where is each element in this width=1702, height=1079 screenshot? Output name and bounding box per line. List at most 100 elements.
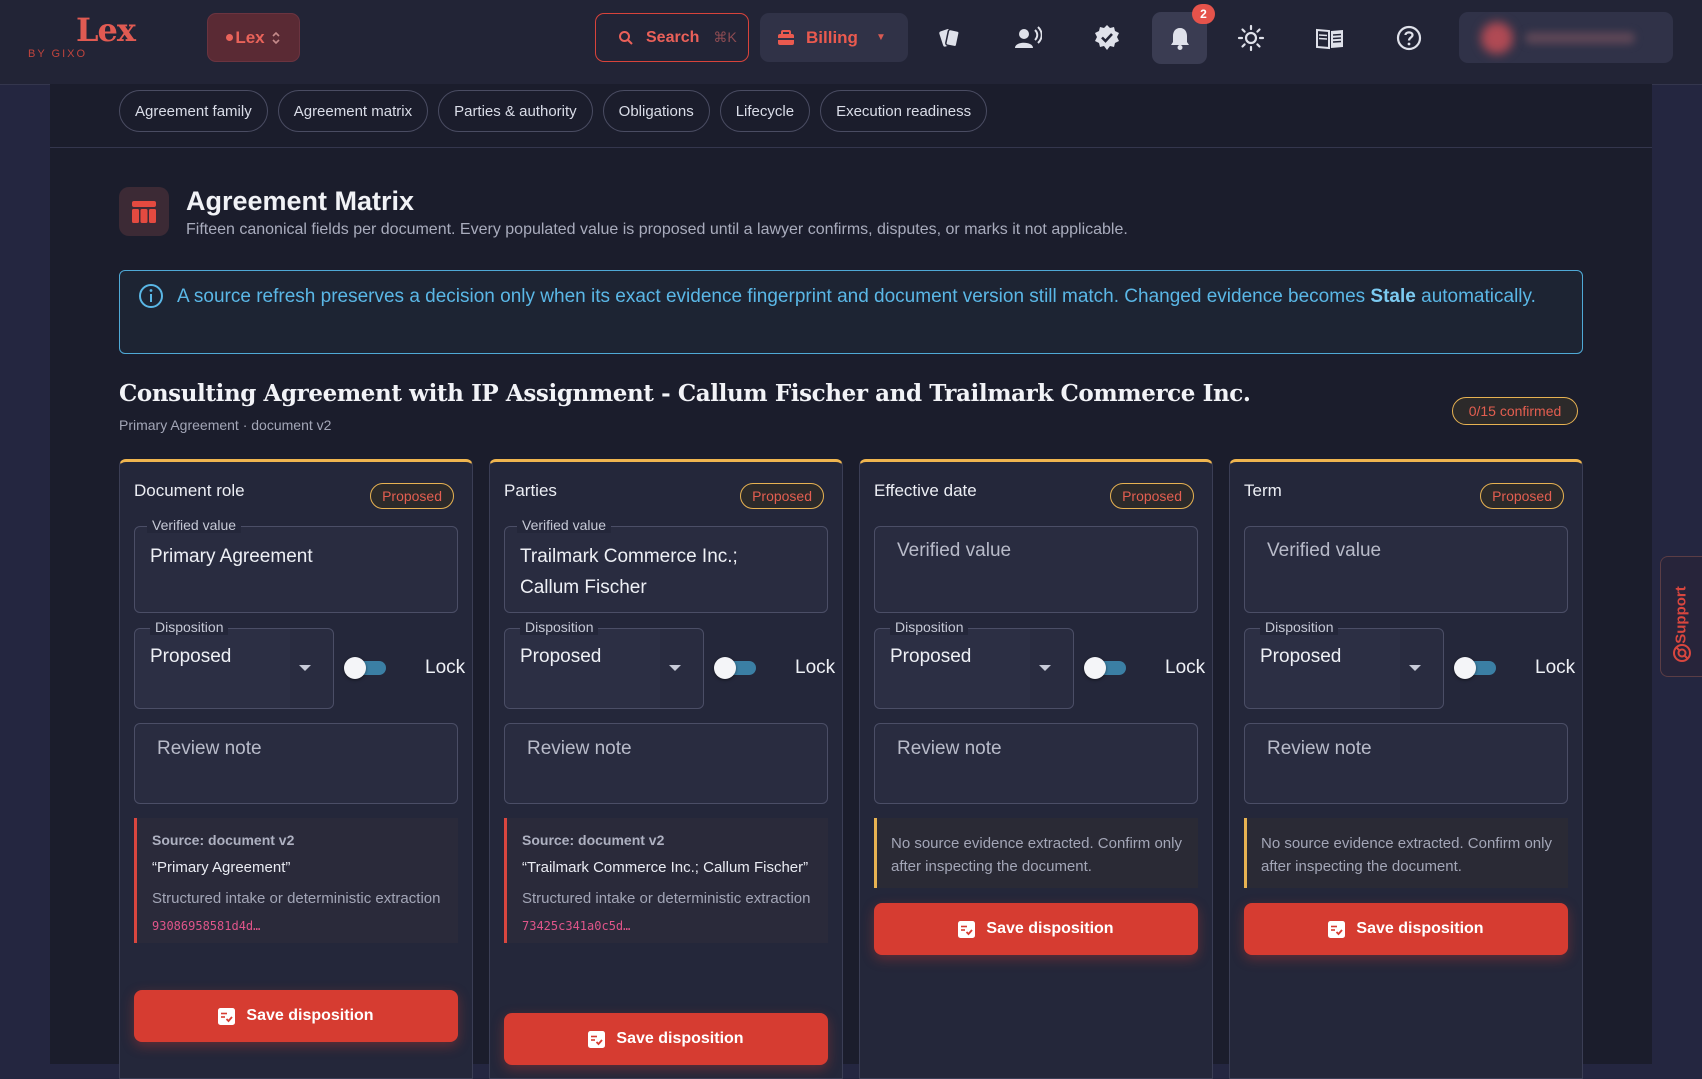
- review-note-field[interactable]: Review note: [1244, 723, 1568, 804]
- logo-wordmark: Lex: [76, 11, 136, 49]
- billing-dropdown[interactable]: Billing ▼: [760, 13, 908, 62]
- source-hash: 73425c341a0c5d…: [522, 919, 631, 933]
- user-name-redacted: [1525, 32, 1635, 44]
- avatar: [1481, 22, 1513, 54]
- user-menu[interactable]: [1459, 12, 1673, 63]
- disposition-select[interactable]: Disposition Proposed: [504, 619, 704, 709]
- tab-obligations[interactable]: Obligations: [602, 90, 710, 132]
- tabs-divider: [50, 147, 1652, 148]
- save-disposition-button[interactable]: Save disposition: [1244, 903, 1568, 955]
- app-logo[interactable]: Lex BY GIXO: [28, 10, 136, 60]
- review-note-field[interactable]: Review note: [874, 723, 1198, 804]
- source-heading: Source: document v2: [152, 832, 295, 848]
- disposition-legend: Disposition: [1260, 619, 1339, 635]
- billing-icon: [776, 28, 796, 48]
- info-icon: [138, 283, 164, 314]
- tab-parties-authority[interactable]: Parties & authority: [438, 90, 593, 132]
- save-label: Save disposition: [986, 920, 1114, 937]
- tab-agreement-matrix[interactable]: Agreement matrix: [277, 90, 429, 132]
- checklist-icon: [1328, 920, 1346, 938]
- verified-value-text: Trailmark Commerce Inc.; Callum Fischer: [520, 546, 738, 598]
- source-quote: “Trailmark Commerce Inc.; Callum Fischer…: [522, 859, 809, 876]
- save-disposition-button[interactable]: Save disposition: [134, 990, 458, 1042]
- document-subtitle: Primary Agreement · document v2: [119, 417, 332, 433]
- stale-keyword: Stale: [1370, 286, 1416, 307]
- support-tab[interactable]: Support: [1660, 556, 1702, 677]
- caret-down-icon: [1409, 665, 1421, 671]
- field-label: Document role: [134, 481, 245, 500]
- source-hash: 93086958581d4d…: [152, 919, 261, 933]
- disposition-select[interactable]: Disposition Proposed: [874, 619, 1074, 709]
- field-card-document-role: Document role Proposed Verified value Pr…: [119, 459, 473, 1079]
- support-label: Support: [1672, 586, 1690, 644]
- confirmed-count-badge: 0/15 confirmed: [1452, 397, 1578, 425]
- verified-value-field[interactable]: Verified value Trailmark Commerce Inc.; …: [504, 517, 828, 613]
- top-bar: Lex BY GIXO Lex Search ⌘K Billing ▼ 2: [0, 0, 1702, 85]
- disposition-legend: Disposition: [520, 619, 599, 635]
- source-evidence: Source: document v2 “Trailmark Commerce …: [504, 818, 828, 943]
- save-disposition-button[interactable]: Save disposition: [874, 903, 1198, 955]
- checklist-icon: [588, 1030, 606, 1048]
- document-title: Consulting Agreement with IP Assignment …: [119, 380, 1251, 407]
- disposition-select[interactable]: Disposition Proposed: [1244, 619, 1444, 709]
- disposition-value: Proposed: [150, 646, 232, 667]
- lock-toggle[interactable]: [714, 657, 758, 679]
- tab-lifecycle[interactable]: Lifecycle: [719, 90, 811, 132]
- review-note-field[interactable]: Review note: [504, 723, 828, 804]
- cards-icon[interactable]: [929, 18, 969, 58]
- status-badge: Proposed: [1480, 483, 1564, 509]
- field-card-effective-date: Effective date Proposed Verified value D…: [859, 459, 1213, 1079]
- lock-toggle[interactable]: [344, 657, 388, 679]
- speaker-user-icon[interactable]: [1008, 18, 1048, 58]
- field-label: Parties: [504, 481, 557, 500]
- review-note-field[interactable]: Review note: [134, 723, 458, 804]
- save-label: Save disposition: [1356, 920, 1484, 937]
- status-badge: Proposed: [370, 483, 454, 509]
- help-icon[interactable]: [1389, 18, 1429, 58]
- tab-execution-readiness[interactable]: Execution readiness: [820, 90, 988, 132]
- caret-down-icon: [299, 665, 311, 671]
- notification-count-badge: 2: [1192, 4, 1215, 24]
- caret-down-icon: ▼: [875, 32, 886, 43]
- verified-badge-icon[interactable]: [1087, 18, 1127, 58]
- field-label: Effective date: [874, 481, 977, 500]
- table-icon: [119, 187, 169, 236]
- checklist-icon: [218, 1007, 236, 1025]
- workspace-dot-icon: [226, 34, 234, 41]
- lock-toggle[interactable]: [1454, 657, 1498, 679]
- disposition-legend: Disposition: [150, 619, 229, 635]
- save-disposition-button[interactable]: Save disposition: [504, 1013, 828, 1065]
- disposition-value: Proposed: [1260, 646, 1342, 667]
- chevron-updown-icon: [271, 30, 281, 46]
- disposition-select[interactable]: Disposition Proposed: [134, 619, 334, 709]
- field-card-term: Term Proposed Verified value Disposition…: [1229, 459, 1583, 1079]
- disposition-value: Proposed: [890, 646, 972, 667]
- page-subtitle: Fifteen canonical fields per document. E…: [186, 221, 1128, 238]
- verified-value-field[interactable]: Verified value: [874, 526, 1198, 613]
- no-source-warning: No source evidence extracted. Confirm on…: [874, 818, 1198, 888]
- tab-agreement-family[interactable]: Agreement family: [119, 90, 268, 132]
- caret-down-icon: [1039, 665, 1051, 671]
- bell-icon: [1169, 26, 1191, 50]
- search-button[interactable]: Search ⌘K: [595, 13, 749, 62]
- source-quote: “Primary Agreement”: [152, 859, 291, 876]
- verified-value-legend: Verified value: [147, 517, 242, 533]
- workspace-switcher[interactable]: Lex: [207, 13, 300, 62]
- sun-icon[interactable]: [1231, 18, 1271, 58]
- lifebuoy-icon: [1672, 643, 1692, 663]
- verified-value-field[interactable]: Verified value: [1244, 526, 1568, 613]
- verified-value-placeholder: Verified value: [1267, 540, 1382, 561]
- no-source-warning: No source evidence extracted. Confirm on…: [1244, 818, 1568, 888]
- review-note-placeholder: Review note: [1267, 738, 1372, 759]
- workspace-label: Lex: [235, 27, 265, 47]
- disposition-value: Proposed: [520, 646, 602, 667]
- caret-down-icon: [669, 665, 681, 671]
- book-icon[interactable]: [1310, 18, 1350, 58]
- verified-value-legend: Verified value: [517, 517, 612, 533]
- lock-label: Lock: [1165, 657, 1206, 678]
- verified-value-field[interactable]: Verified value Primary Agreement: [134, 517, 458, 613]
- info-alert: A source refresh preserves a decision on…: [119, 270, 1583, 354]
- save-label: Save disposition: [616, 1030, 744, 1047]
- lock-toggle[interactable]: [1084, 657, 1128, 679]
- review-note-placeholder: Review note: [527, 738, 632, 759]
